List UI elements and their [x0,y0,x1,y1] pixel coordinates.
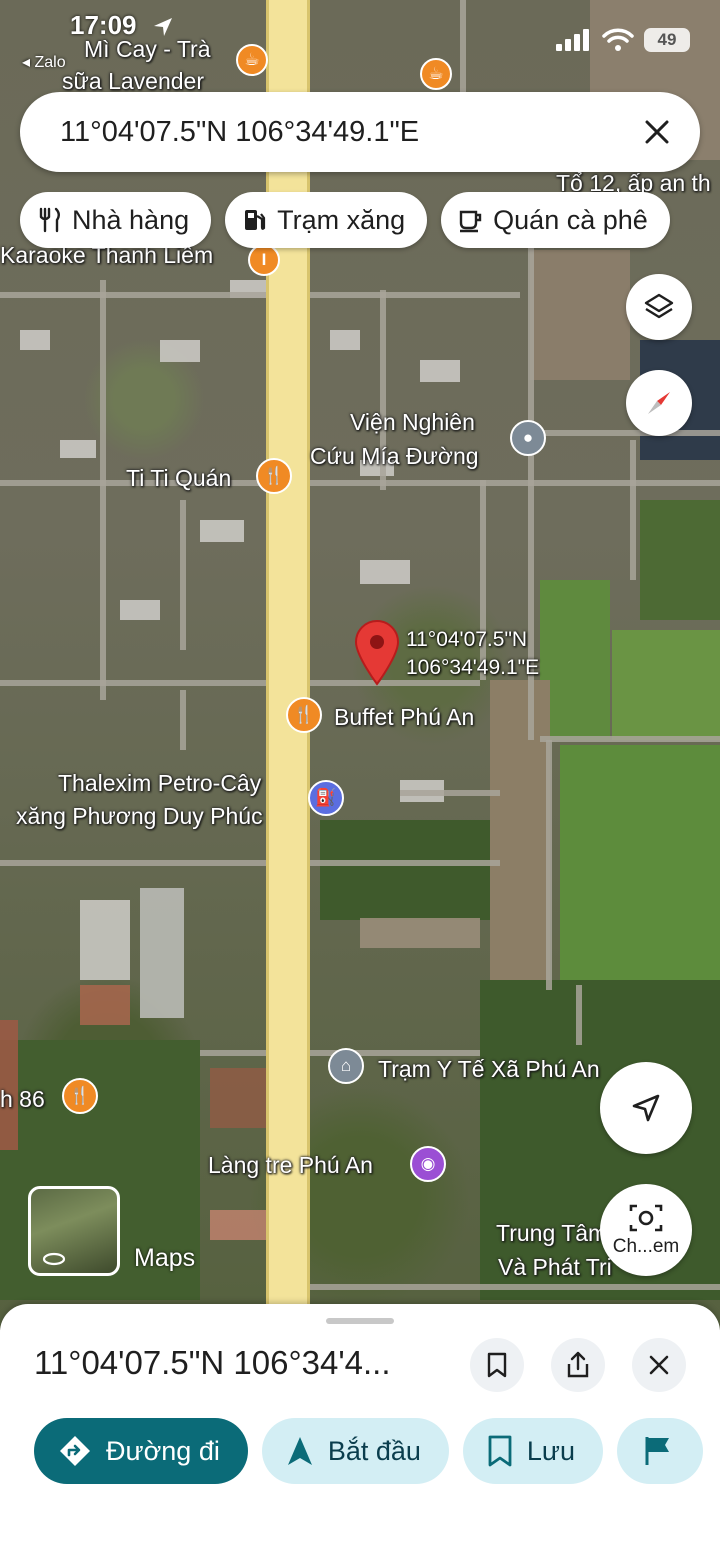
map-label-vien-1[interactable]: Viện Nghiên [350,409,475,436]
signal-icon [556,29,589,51]
wifi-icon [602,28,634,51]
save-label: Lưu [526,1435,576,1466]
map-label-tram-yte[interactable]: Trạm Y Tế Xã Phú An [378,1056,600,1083]
street-view-rotate-icon [42,1252,66,1266]
map-label-thalexim-1[interactable]: Thalexim Petro-Cây [58,770,261,797]
map-label-vien-2[interactable]: Cứu Mía Đường [310,443,479,470]
cafe-poi-icon[interactable]: ☕ [236,44,268,76]
layers-icon [644,293,674,319]
close-icon [649,1355,669,1375]
layers-button[interactable] [626,274,692,340]
share-button[interactable] [551,1338,605,1392]
map-label-buffet[interactable]: Buffet Phú An [334,704,474,731]
flag-icon [645,1437,670,1465]
chip-label: Nhà hàng [72,204,190,235]
cafe-poi-icon-2[interactable]: ☕ [420,58,452,90]
save-button[interactable]: Lưu [462,1418,604,1484]
chip-restaurants[interactable]: Nhà hàng [20,192,212,248]
map-label-trung-tam-1[interactable]: Trung Tâm [496,1220,607,1247]
buffet-poi-icon[interactable]: 🍴 [286,697,322,733]
directions-icon [60,1436,90,1466]
category-chips: Nhà hàng Trạm xăng Quán cà phê [20,192,670,248]
navigation-arrow-icon [287,1437,312,1465]
navigation-arrow-icon [632,1094,660,1122]
drag-handle[interactable] [326,1318,394,1324]
action-buttons: Đường đi Bắt đầu Lưu [34,1418,704,1484]
map-label-trung-tam-2[interactable]: Và Phát Tri [498,1254,612,1281]
chip-gas-stations[interactable]: Trạm xăng [225,192,428,248]
back-to-app[interactable]: ◂ Zalo [22,52,66,72]
restaurant-poi-icon[interactable]: 🍴 [256,458,292,494]
location-pin-icon[interactable] [354,620,400,686]
close-sheet-button[interactable] [632,1338,686,1392]
gas-station-icon [245,210,266,230]
pin-coordinates-label: 11°04'07.5"N 106°34'49.1"E [406,628,540,679]
camera-poi-icon[interactable]: ◉ [410,1146,446,1182]
clinic-poi-icon[interactable]: ⌂ [328,1048,364,1084]
compass-button[interactable] [626,370,692,436]
status-icons: 49 [556,28,690,52]
compass-icon [648,392,670,414]
institute-poi-icon[interactable]: ● [510,420,546,456]
map-label-thalexim-2[interactable]: xăng Phương Duy Phúc [16,803,263,830]
status-time: 17:09 [70,10,137,40]
save-icon-button[interactable] [470,1338,524,1392]
map-label-h86[interactable]: h 86 [0,1086,45,1113]
search-input[interactable]: 11°04'07.5"N 106°34'49.1"E [60,116,642,149]
close-icon[interactable] [642,117,672,147]
my-location-button[interactable] [600,1062,692,1154]
chip-coffee[interactable]: Quán cà phê [441,192,670,248]
restaurant-poi-icon-2[interactable]: 🍴 [62,1078,98,1114]
place-bottom-sheet[interactable]: 11°04'07.5"N 106°34'4... Đường đi Bắt đầ… [0,1304,720,1557]
street-view-thumbnail[interactable] [28,1186,120,1276]
directions-label: Đường đi [106,1435,220,1466]
camera-search-icon [629,1204,663,1232]
battery-indicator: 49 [644,28,690,52]
gas-station-poi-icon[interactable]: ⛽ [308,780,344,816]
bookmark-icon [487,1352,507,1378]
maps-watermark: Maps [134,1244,196,1272]
start-label: Bắt đầu [327,1435,421,1466]
chip-label: Trạm xăng [277,204,406,235]
search-this-area-label: Ch...em [612,1236,680,1257]
chip-label: Quán cà phê [493,204,648,235]
directions-button[interactable]: Đường đi [34,1418,248,1484]
label-flag-button[interactable] [617,1418,704,1484]
search-this-area-button[interactable]: Ch...em [600,1184,692,1276]
restaurant-icon [39,207,60,233]
location-arrow-icon [154,18,172,36]
search-bar[interactable]: 11°04'07.5"N 106°34'49.1"E [20,92,700,172]
karaoke-poi-icon[interactable]: I [248,244,280,276]
map-label-titi[interactable]: Ti Ti Quán [126,465,231,492]
share-icon [567,1351,589,1378]
map-label-lang-tre[interactable]: Làng tre Phú An [208,1152,373,1179]
start-button[interactable]: Bắt đầu [261,1418,449,1484]
map-label-mi-cay-2[interactable]: sữa Lavender [62,68,204,95]
place-title: 11°04'07.5"N 106°34'4... [34,1344,391,1381]
coffee-icon [459,210,482,233]
bookmark-icon [488,1435,512,1467]
